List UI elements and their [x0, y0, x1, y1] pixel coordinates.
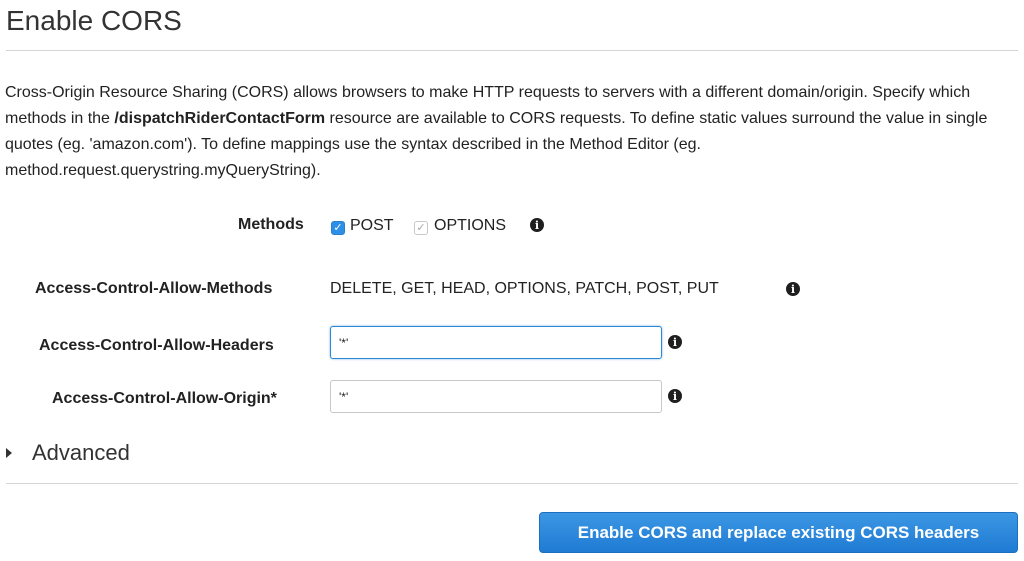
divider: [6, 483, 1018, 484]
info-icon[interactable]: i: [668, 389, 682, 403]
info-icon[interactable]: i: [530, 218, 544, 232]
post-checkbox-label[interactable]: POST: [350, 217, 394, 235]
post-checkbox[interactable]: ✓: [331, 221, 345, 235]
advanced-toggle[interactable]: Advanced: [6, 440, 130, 466]
info-icon[interactable]: i: [668, 335, 682, 349]
allow-methods-label: Access-Control-Allow-Methods: [35, 280, 273, 297]
caret-right-icon: [6, 448, 12, 458]
description: Cross-Origin Resource Sharing (CORS) all…: [5, 80, 1020, 184]
allow-methods-value: DELETE, GET, HEAD, OPTIONS, PATCH, POST,…: [330, 280, 719, 297]
allow-headers-label: Access-Control-Allow-Headers: [39, 337, 274, 354]
enable-cors-button[interactable]: Enable CORS and replace existing CORS he…: [539, 512, 1018, 553]
methods-label: Methods: [238, 216, 304, 233]
page-title: Enable CORS: [6, 5, 182, 36]
resource-path: /dispatchRiderContactForm: [114, 110, 326, 127]
advanced-label: Advanced: [32, 440, 130, 465]
divider: [6, 50, 1018, 51]
options-checkbox: ✓: [414, 221, 428, 235]
allow-headers-input[interactable]: [330, 326, 662, 359]
allow-origin-input[interactable]: [330, 380, 662, 413]
options-checkbox-label: OPTIONS: [434, 217, 507, 234]
info-icon[interactable]: i: [786, 282, 800, 296]
allow-origin-label: Access-Control-Allow-Origin*: [52, 390, 277, 407]
